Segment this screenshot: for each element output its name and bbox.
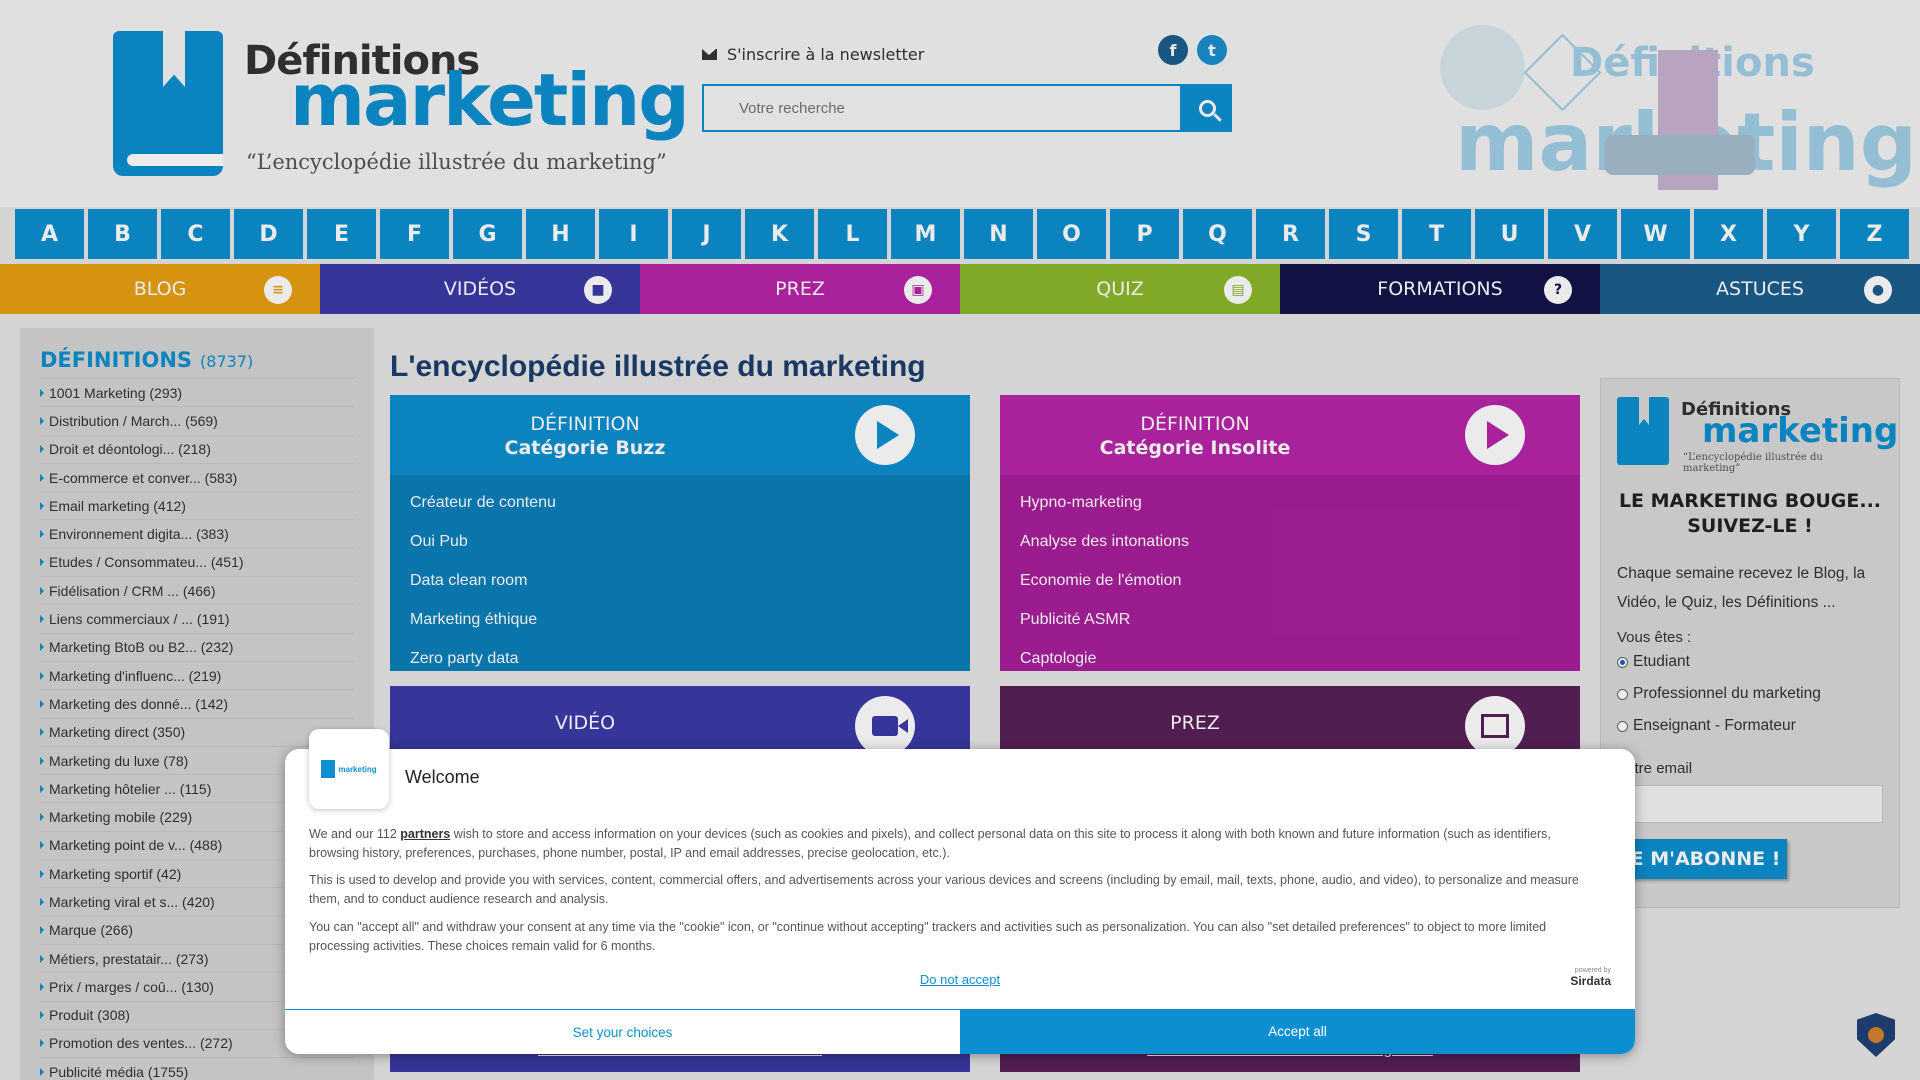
consent-logo-text: marketing <box>338 764 377 774</box>
powered-by: powered by Sirdata <box>1570 967 1611 988</box>
consent-paragraph-2: This is used to develop and provide you … <box>309 873 1579 906</box>
consent-paragraph-1: We and our 112 partners wish to store an… <box>309 825 1599 863</box>
powered-by-label: powered by <box>1574 967 1611 974</box>
consent-p1-start: We and our 112 <box>309 827 401 841</box>
consent-p1-end: wish to store and access information on … <box>309 827 1551 860</box>
partners-link[interactable]: partners <box>400 827 450 841</box>
accept-all-button[interactable]: Accept all <box>960 1009 1635 1054</box>
logo-book-icon <box>321 760 336 778</box>
consent-title: Welcome <box>405 767 480 787</box>
consent-paragraph-3: You can "accept all" and withdraw your c… <box>309 920 1547 953</box>
set-choices-button[interactable]: Set your choices <box>285 1009 960 1054</box>
do-not-accept-link[interactable]: Do not accept <box>285 972 1635 987</box>
cookie-consent-dialog: marketing Welcome We and our 112 partner… <box>285 729 1635 1054</box>
consent-site-logo: marketing <box>309 729 389 809</box>
powered-by-brand: Sirdata <box>1570 974 1611 988</box>
